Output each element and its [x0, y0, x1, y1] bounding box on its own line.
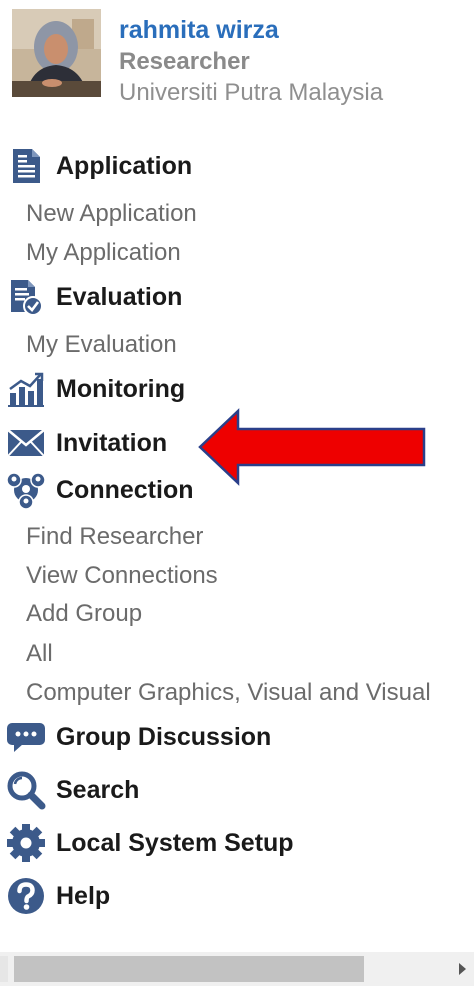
- magnifier-icon: [6, 770, 46, 810]
- submenu-group-computer-graphics[interactable]: Computer Graphics, Visual and Visual: [26, 679, 431, 707]
- document-check-icon: [6, 277, 46, 317]
- chat-icon: [6, 717, 46, 757]
- document-icon: [6, 146, 46, 186]
- submenu-add-group[interactable]: Add Group: [26, 600, 142, 628]
- scroll-left-edge[interactable]: [0, 956, 8, 982]
- menu-search[interactable]: Search: [6, 770, 139, 810]
- help-icon: [6, 876, 46, 916]
- menu-invitation-label: Invitation: [56, 428, 168, 457]
- gear-icon: [6, 823, 46, 863]
- menu-connection-label: Connection: [56, 475, 194, 504]
- avatar[interactable]: [12, 9, 101, 97]
- menu-help-label: Help: [56, 881, 111, 910]
- user-organization: Universiti Putra Malaysia: [119, 79, 384, 106]
- menu-monitoring-label: Monitoring: [56, 374, 186, 403]
- submenu-new-application[interactable]: New Application: [26, 200, 197, 228]
- profile-card: rahmita wirza Researcher Universiti Putr…: [0, 0, 474, 120]
- horizontal-scrollbar[interactable]: [0, 952, 474, 986]
- menu-connection[interactable]: Connection: [6, 470, 194, 510]
- menu-local-system-setup-label: Local System Setup: [56, 828, 294, 857]
- menu-invitation[interactable]: Invitation: [6, 423, 167, 463]
- menu-evaluation[interactable]: Evaluation: [6, 277, 182, 317]
- menu-evaluation-label: Evaluation: [56, 282, 183, 311]
- network-icon: [6, 470, 46, 510]
- user-role: Researcher: [119, 48, 250, 75]
- menu-group-discussion-label: Group Discussion: [56, 722, 272, 751]
- scroll-right-arrow-icon[interactable]: [459, 963, 466, 975]
- menu-monitoring[interactable]: Monitoring: [6, 369, 185, 409]
- submenu-my-evaluation[interactable]: My Evaluation: [26, 331, 177, 359]
- menu-application[interactable]: Application: [6, 146, 192, 186]
- menu-group-discussion[interactable]: Group Discussion: [6, 717, 271, 757]
- submenu-view-connections[interactable]: View Connections: [26, 562, 218, 590]
- submenu-find-researcher[interactable]: Find Researcher: [26, 523, 203, 551]
- submenu-my-application[interactable]: My Application: [26, 239, 181, 267]
- red-arrow-annotation: [196, 407, 428, 492]
- bar-chart-icon: [6, 369, 46, 409]
- menu-search-label: Search: [56, 775, 140, 804]
- scroll-thumb[interactable]: [14, 956, 364, 982]
- submenu-all[interactable]: All: [26, 640, 53, 668]
- menu-application-label: Application: [56, 151, 193, 180]
- menu-local-system-setup[interactable]: Local System Setup: [6, 823, 294, 863]
- menu-help[interactable]: Help: [6, 876, 110, 916]
- envelope-icon: [6, 423, 46, 463]
- sidebar-page: rahmita wirza Researcher Universiti Putr…: [0, 0, 474, 987]
- user-name[interactable]: rahmita wirza: [119, 16, 279, 45]
